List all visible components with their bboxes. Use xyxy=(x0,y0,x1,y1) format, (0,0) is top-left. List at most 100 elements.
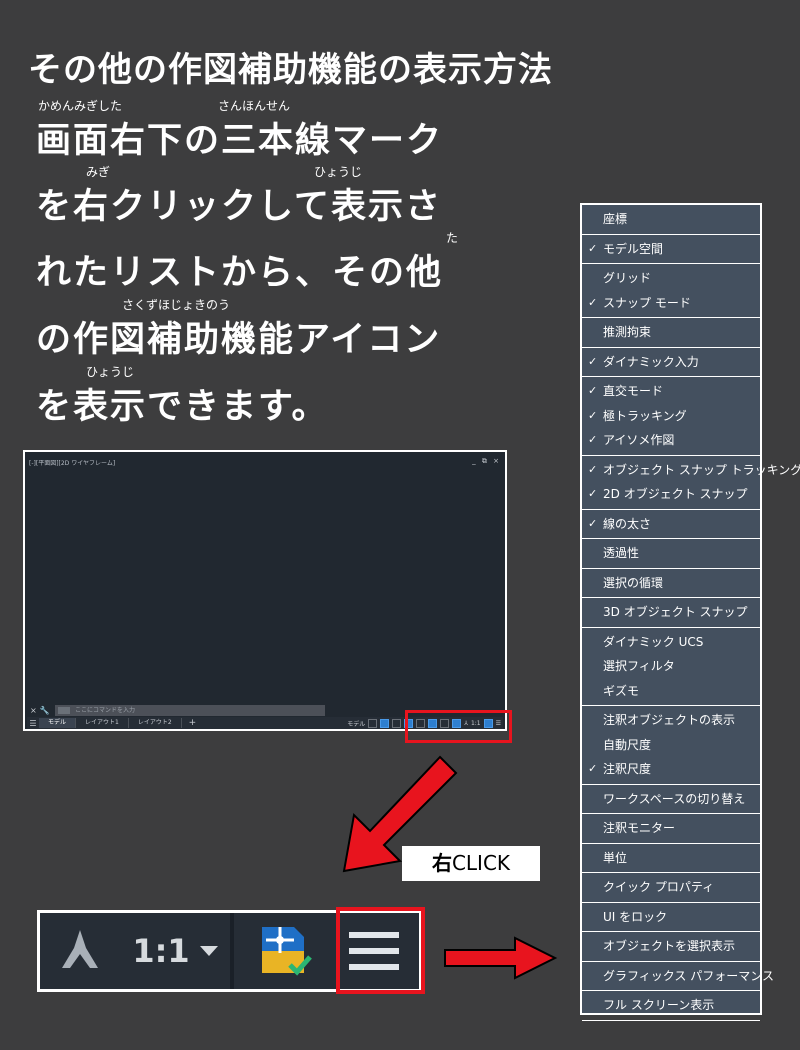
menu-item[interactable]: 選択フィルタ xyxy=(582,654,760,679)
hamburger-icon[interactable]: ☰ xyxy=(27,719,39,728)
menu-item-label: ギズモ xyxy=(603,683,640,698)
snap-icon[interactable] xyxy=(380,718,390,728)
window-controls[interactable]: _ ⧉ × xyxy=(472,457,501,466)
command-input[interactable]: ここにコマンドを入力 xyxy=(55,704,325,716)
menu-item[interactable]: クイック プロパティ xyxy=(582,875,760,900)
menu-item-label: 選択フィルタ xyxy=(603,659,675,673)
menu-item[interactable]: 自動尺度 xyxy=(582,733,760,758)
menu-item[interactable]: グラフィックス パフォーマンス xyxy=(582,964,774,989)
tab-layout2[interactable]: レイアウト2 xyxy=(129,718,182,728)
menu-group: ダイナミック UCS 選択フィルタ ギズモ xyxy=(582,628,760,706)
menu-group: グラフィックス パフォーマンス xyxy=(582,962,774,991)
menu-item[interactable]: ✓ 2D オブジェクト スナップ xyxy=(582,482,760,507)
menu-item-label: 2D オブジェクト スナップ xyxy=(603,487,748,501)
right-click-label: 右CLICK xyxy=(402,846,540,881)
menu-item[interactable]: ✓ 直交モード xyxy=(582,379,760,404)
annotation-visibility-icon[interactable] xyxy=(40,913,120,989)
tab-layout1[interactable]: レイアウト1 xyxy=(76,718,129,728)
menu-item[interactable]: ワークスペースの切り替え xyxy=(582,787,760,812)
instruction-line-1: 画面右下の三本線マーク xyxy=(36,121,444,161)
menu-item-label: アイソメ作図 xyxy=(603,433,675,447)
menu-item-label: 推測拘束 xyxy=(603,325,652,339)
menu-item[interactable]: 注釈モニター xyxy=(582,816,760,841)
menu-item-label: 透過性 xyxy=(603,546,640,560)
instruction-line-5: を表示できます。 xyxy=(36,387,329,427)
checkmark-icon: ✓ xyxy=(588,241,598,255)
menu-item-label: 選択の循環 xyxy=(603,575,664,590)
checkmark-icon: ✓ xyxy=(588,295,598,309)
checkmark-icon: ✓ xyxy=(588,433,598,446)
menu-item-label: 注釈オブジェクトの表示 xyxy=(603,713,736,727)
menu-item-label: 単位 xyxy=(603,850,628,865)
checkmark-icon: ✓ xyxy=(588,384,598,397)
menu-item-label: ダイナミック UCS xyxy=(603,634,704,649)
menu-item[interactable]: 推測拘束 xyxy=(582,320,760,345)
tab-model[interactable]: モデル xyxy=(39,718,77,728)
menu-item-label: 座標 xyxy=(603,212,628,226)
status-model-button[interactable]: モデル xyxy=(347,719,365,728)
menu-group: 推測拘束 xyxy=(582,318,760,348)
menu-item[interactable]: 注釈オブジェクトの表示 xyxy=(582,708,760,733)
page-title: その他の作図補助機能の表示方法 xyxy=(28,50,553,90)
menu-item[interactable]: ✓ 注釈尺度 xyxy=(582,757,760,782)
menu-group: ✓ 線の太さ xyxy=(582,510,760,539)
menu-item[interactable]: 座標 xyxy=(582,207,760,232)
menu-item[interactable]: ✓ モデル空間 xyxy=(582,237,760,262)
menu-list: 座標 ✓ モデル空間グリッド ✓ スナップ モード推測拘束 ✓ ダイナミック入力 ✓ 直交モード… xyxy=(582,205,800,1021)
instruction-line-3: れたリストから、その他 xyxy=(36,253,444,293)
menu-item-label: 極トラッキング xyxy=(603,408,687,423)
menu-item[interactable]: ✓ アイソメ作図 xyxy=(582,428,760,453)
menu-item-label: オブジェクトを選択表示 xyxy=(603,939,736,953)
menu-item[interactable]: UI をロック xyxy=(582,905,760,930)
drawing-area[interactable]: [-][平面図][2D ワイヤフレーム] _ ⧉ × ×🔧 ここにコマンドを入力… xyxy=(25,452,505,729)
menu-item-label: フル スクリーン表示 xyxy=(603,998,715,1012)
menu-group: 注釈モニター xyxy=(582,814,760,844)
checkmark-icon: ✓ xyxy=(588,462,598,476)
viewport-label[interactable]: [-][平面図][2D ワイヤフレーム] xyxy=(29,458,115,467)
workspace-switch-icon[interactable] xyxy=(234,913,334,989)
menu-item[interactable]: ✓ 線の太さ xyxy=(582,512,760,537)
chevron-down-icon xyxy=(199,946,218,956)
menu-item[interactable]: 選択の循環 xyxy=(582,571,760,596)
checkmark-icon: ✓ xyxy=(588,516,598,530)
menu-item[interactable]: フル スクリーン表示 xyxy=(582,993,760,1018)
menu-item-label: 注釈尺度 xyxy=(603,762,652,776)
menu-item[interactable]: 透過性 xyxy=(582,541,760,566)
menu-item-label: ダイナミック入力 xyxy=(603,354,699,369)
instruction-line-2: を右クリックして表示さ xyxy=(36,187,442,227)
menu-item-label: 3D オブジェクト スナップ xyxy=(603,605,748,619)
checkmark-icon: ✓ xyxy=(588,487,598,500)
checkmark-icon: ✓ xyxy=(588,354,598,368)
menu-item-label: グラフィックス パフォーマンス xyxy=(603,968,774,983)
checkmark-icon: ✓ xyxy=(588,408,598,422)
menu-item-label: UI をロック xyxy=(603,909,668,924)
menu-item[interactable]: 3D オブジェクト スナップ xyxy=(582,600,760,625)
menu-group: ワークスペースの切り替え xyxy=(582,785,760,814)
menu-item[interactable]: ✓ 極トラッキング xyxy=(582,404,760,429)
menu-group: グリッド ✓ スナップ モード xyxy=(582,264,760,318)
menu-item-label: モデル空間 xyxy=(603,241,664,256)
menu-item-label: ワークスペースの切り替え xyxy=(603,791,746,806)
menu-item-label: 線の太さ xyxy=(603,516,652,531)
ortho-icon[interactable] xyxy=(392,718,402,728)
menu-group: ✓ モデル空間 xyxy=(582,235,760,264)
grid-icon[interactable] xyxy=(368,718,378,728)
menu-item[interactable]: ✓ スナップ モード xyxy=(582,291,760,316)
menu-item[interactable]: ✓ ダイナミック入力 xyxy=(582,350,760,375)
menu-group: 透過性 xyxy=(582,539,760,569)
menu-group: 3D オブジェクト スナップ xyxy=(582,598,760,628)
annotation-scale-dropdown[interactable]: 1:1 xyxy=(120,913,230,989)
menu-item[interactable]: グリッド xyxy=(582,266,760,291)
highlight-box-menu xyxy=(336,907,425,994)
menu-group: UI をロック xyxy=(582,903,760,932)
menu-item[interactable]: ダイナミック UCS xyxy=(582,630,760,655)
add-layout-icon[interactable]: + xyxy=(182,718,197,728)
checkmark-icon: ✓ xyxy=(588,762,598,775)
menu-item[interactable]: ギズモ xyxy=(582,679,760,704)
right-click-label-bold: 右 xyxy=(431,851,452,875)
menu-item-label: 自動尺度 xyxy=(603,737,652,752)
close-wrench-icon[interactable]: ×🔧 xyxy=(27,706,55,715)
menu-item[interactable]: オブジェクトを選択表示 xyxy=(582,934,760,959)
menu-item[interactable]: ✓ オブジェクト スナップ トラッキング xyxy=(582,458,800,483)
menu-item[interactable]: 単位 xyxy=(582,846,760,871)
